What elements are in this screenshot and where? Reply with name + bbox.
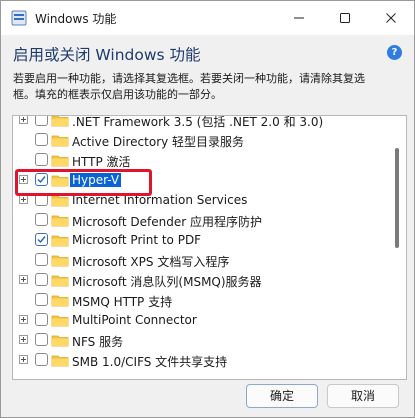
folder-icon	[51, 235, 69, 247]
feature-label: NFS 服务	[72, 335, 124, 349]
expand-icon[interactable]	[19, 275, 28, 284]
feature-row[interactable]: Microsoft 消息队列(MSMQ)服务器	[13, 270, 393, 290]
feature-row[interactable]: Microsoft Defender 应用程序防护	[13, 210, 393, 230]
feature-label: .NET Framework 3.5 (包括 .NET 2.0 和 3.0)	[72, 115, 324, 129]
vertical-scrollbar[interactable]	[395, 128, 400, 378]
feature-label: Microsoft XPS 文档写入程序	[72, 255, 230, 269]
folder-icon	[51, 215, 69, 227]
expand-icon[interactable]	[19, 335, 28, 344]
folder-icon	[51, 315, 69, 327]
feature-label: Active Directory 轻型目录服务	[72, 135, 245, 149]
minimize-button[interactable]	[276, 1, 322, 35]
window-title: Windows 功能	[35, 12, 117, 26]
feature-label: SMB 1.0/CIFS 文件共享支持	[72, 355, 228, 369]
feature-label: MultiPoint Connector	[72, 313, 197, 327]
feature-label: HTTP 激活	[72, 155, 131, 169]
feature-row[interactable]: .NET Framework 3.5 (包括 .NET 2.0 和 3.0)	[13, 115, 393, 130]
expand-icon[interactable]	[19, 355, 28, 364]
ok-button[interactable]: 确定	[246, 384, 318, 408]
close-button[interactable]	[368, 1, 414, 35]
feature-row[interactable]: Microsoft XPS 文档写入程序	[13, 250, 393, 270]
feature-row[interactable]: MSMQ HTTP 支持	[13, 290, 393, 310]
folder-icon	[51, 255, 69, 267]
expand-icon[interactable]	[19, 116, 28, 124]
features-tree[interactable]: .NET Framework 3.5 (包括 .NET 2.0 和 3.0) Ac…	[12, 115, 407, 380]
feature-checkbox[interactable]	[35, 333, 48, 346]
minimize-icon	[294, 17, 304, 19]
description-line: 若要启用一种功能，请选择其复选框。若要关闭一种功能，请清除其复选	[13, 72, 365, 85]
folder-icon	[51, 275, 69, 287]
feature-label: Microsoft 消息队列(MSMQ)服务器	[72, 275, 262, 289]
feature-row[interactable]: HTTP 激活	[13, 150, 393, 170]
maximize-icon	[340, 13, 350, 23]
feature-checkbox[interactable]	[35, 133, 48, 146]
feature-row[interactable]: MultiPoint Connector	[13, 310, 393, 330]
scrollbar-thumb[interactable]	[395, 148, 399, 248]
feature-checkbox[interactable]	[35, 353, 48, 366]
folder-icon	[51, 355, 69, 367]
maximize-button[interactable]	[322, 1, 368, 35]
feature-checkbox[interactable]	[35, 153, 48, 166]
feature-checkbox[interactable]	[35, 273, 48, 286]
help-icon[interactable]: ?	[387, 45, 402, 60]
feature-checkbox[interactable]	[35, 116, 48, 126]
feature-row[interactable]: NFS 服务	[13, 330, 393, 350]
cancel-button[interactable]: 取消	[327, 384, 399, 408]
description-line: 框。填充的框表示仅启用该功能的一部分。	[13, 88, 222, 101]
feature-label: MSMQ HTTP 支持	[72, 295, 173, 309]
feature-checkbox[interactable]	[35, 253, 48, 266]
feature-label: Microsoft Defender 应用程序防护	[72, 215, 263, 229]
dialog-heading: 启用或关闭 Windows 功能	[13, 46, 201, 64]
folder-icon	[51, 295, 69, 307]
feature-checkbox[interactable]	[35, 213, 48, 226]
features-list: .NET Framework 3.5 (包括 .NET 2.0 和 3.0) Ac…	[13, 116, 393, 370]
feature-checkbox[interactable]	[35, 233, 48, 246]
close-icon	[386, 13, 396, 23]
expand-icon[interactable]	[19, 195, 28, 204]
windows-features-icon	[11, 10, 27, 26]
dialog-description: 若要启用一种功能，请选择其复选框。若要关闭一种功能，请清除其复选 框。填充的框表…	[13, 71, 408, 103]
folder-icon	[51, 335, 69, 347]
folder-icon	[51, 135, 69, 147]
expand-icon[interactable]	[19, 315, 28, 324]
feature-checkbox[interactable]	[35, 293, 48, 306]
feature-row[interactable]: Microsoft Print to PDF	[13, 230, 393, 250]
title-bar: Windows 功能	[1, 1, 414, 35]
feature-checkbox[interactable]	[35, 313, 48, 326]
feature-row[interactable]: Active Directory 轻型目录服务	[13, 130, 393, 150]
feature-row[interactable]: SMB 1.0/CIFS 文件共享支持	[13, 350, 393, 370]
windows-features-dialog: Windows 功能 启用或关闭 Windows 功能 ? 若要启用一种功能，请…	[0, 0, 415, 418]
feature-label: Microsoft Print to PDF	[72, 233, 202, 247]
folder-icon	[51, 155, 69, 167]
folder-icon	[51, 116, 69, 127]
hyper-v-highlight-box	[15, 169, 152, 196]
checkmark-icon	[37, 236, 46, 244]
